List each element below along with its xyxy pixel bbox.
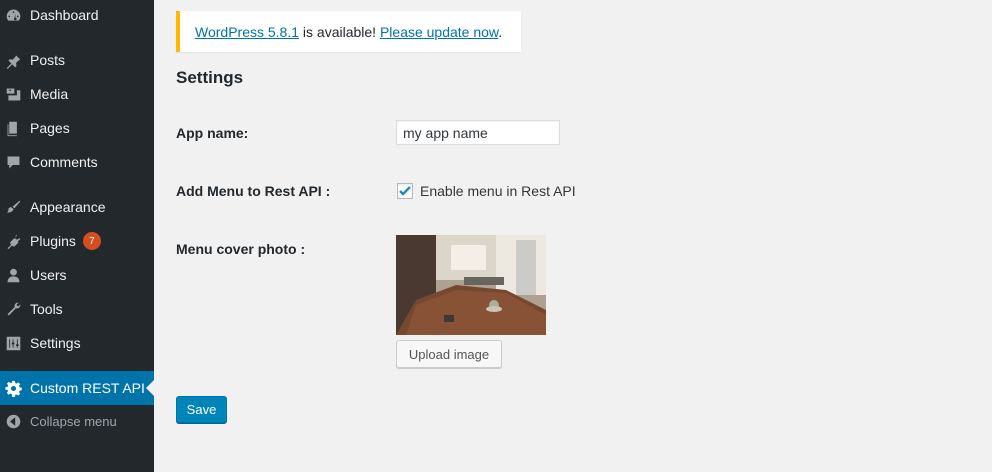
update-notice: WordPress 5.8.1 is available! Please upd…: [176, 11, 521, 52]
sidebar-item-media[interactable]: Media: [0, 77, 154, 111]
update-now-link[interactable]: Please update now: [380, 24, 498, 40]
checkmark-icon: [399, 186, 411, 196]
wordpress-version-link[interactable]: WordPress 5.8.1: [195, 24, 299, 40]
pages-icon: [4, 119, 22, 137]
update-count-badge: 7: [82, 232, 101, 250]
app-name-label: App name:: [176, 125, 249, 141]
sidebar-item-label: Media: [30, 86, 69, 102]
sidebar-item-plugins[interactable]: Plugins 7: [0, 224, 154, 258]
admin-sidebar: Dashboard Posts Media Pages Comments App…: [0, 0, 154, 472]
sidebar-item-label: Comments: [30, 154, 98, 170]
sidebar-item-label: Dashboard: [30, 7, 99, 23]
sidebar-item-tools[interactable]: Tools: [0, 292, 154, 326]
collapse-menu-button[interactable]: Collapse menu: [0, 404, 154, 438]
cafe-table-photo: [396, 235, 546, 335]
sidebar-item-dashboard[interactable]: Dashboard: [0, 0, 154, 32]
sliders-icon: [4, 334, 22, 352]
comment-icon: [4, 153, 22, 171]
sidebar-item-pages[interactable]: Pages: [0, 111, 154, 145]
app-name-input[interactable]: [396, 120, 560, 145]
plug-icon: [4, 232, 22, 250]
dashboard-icon: [4, 6, 22, 24]
sidebar-item-label: Posts: [30, 52, 66, 68]
pin-icon: [4, 51, 22, 69]
gear-icon: [4, 379, 22, 397]
cover-photo-label: Menu cover photo :: [176, 241, 306, 257]
menu-option-label: Add Menu to Rest API :: [176, 183, 331, 199]
sidebar-item-label: Pages: [30, 120, 70, 136]
sidebar-item-settings[interactable]: Settings: [0, 326, 154, 360]
upload-image-button[interactable]: Upload image: [396, 340, 502, 368]
media-icon: [4, 85, 22, 103]
sidebar-item-label: Settings: [30, 335, 81, 351]
sidebar-item-users[interactable]: Users: [0, 258, 154, 292]
save-button[interactable]: Save: [176, 396, 227, 423]
sidebar-item-label: Plugins: [30, 233, 76, 249]
brush-icon: [4, 198, 22, 216]
enable-menu-checkbox[interactable]: [397, 183, 413, 199]
cover-photo-preview: [396, 235, 546, 335]
sidebar-item-label: Tools: [30, 301, 63, 317]
sidebar-item-label: Collapse menu: [30, 413, 117, 429]
sidebar-item-appearance[interactable]: Appearance: [0, 190, 154, 224]
sidebar-item-label: Users: [30, 267, 67, 283]
wrench-icon: [4, 300, 22, 318]
sidebar-item-posts[interactable]: Posts: [0, 43, 154, 77]
sidebar-item-custom-rest-api[interactable]: Custom REST API: [0, 371, 154, 405]
notice-period: .: [498, 24, 503, 40]
sidebar-item-label: Custom REST API: [30, 380, 145, 396]
user-icon: [4, 266, 22, 284]
enable-menu-checkbox-label[interactable]: Enable menu in Rest API: [420, 183, 576, 199]
sidebar-item-comments[interactable]: Comments: [0, 145, 154, 179]
notice-text: is available!: [299, 24, 380, 40]
sidebar-item-label: Appearance: [30, 199, 106, 215]
page-title: Settings: [176, 68, 244, 87]
collapse-arrow-icon: [4, 412, 22, 430]
